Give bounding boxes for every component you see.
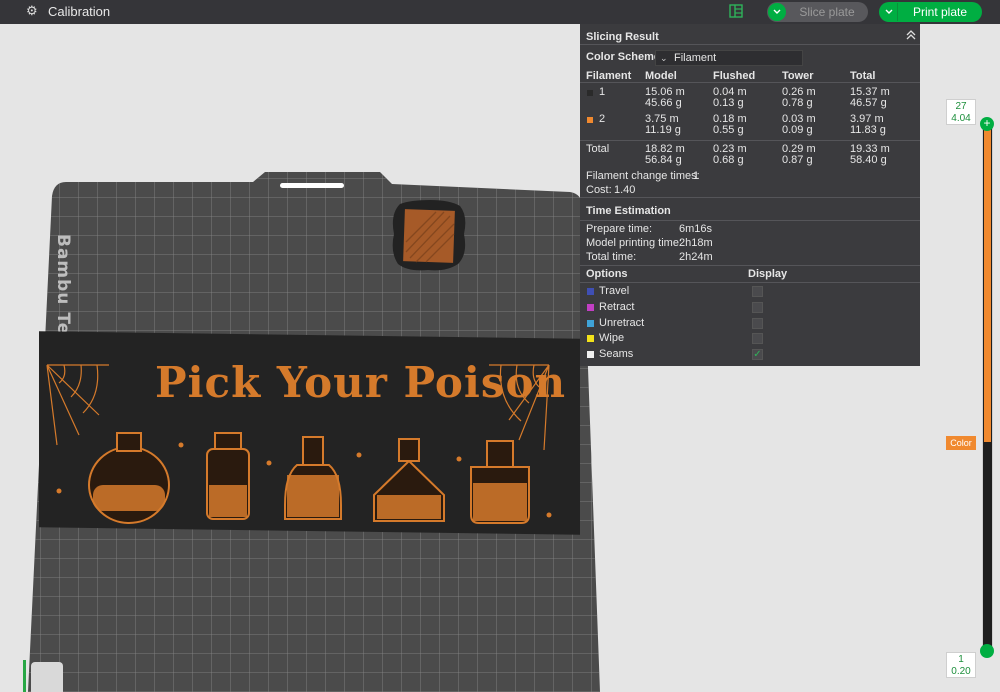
divider <box>580 140 920 141</box>
travel-checkbox[interactable] <box>752 286 763 297</box>
color-scheme-value: Filament <box>674 52 717 64</box>
option-unretract: Unretract <box>599 317 645 329</box>
cost-value: 1.40 <box>614 184 636 196</box>
cell-value: 0.68 g <box>713 154 744 166</box>
time-estimation-title: Time Estimation <box>586 205 671 217</box>
options-header: Options <box>586 268 628 280</box>
slicing-result-panel: Slicing Result Color Scheme ⌄ Filament F… <box>580 24 920 366</box>
y-axis-indicator <box>23 660 26 692</box>
view-cube[interactable] <box>31 662 63 692</box>
unretract-checkbox[interactable] <box>752 318 763 329</box>
cell-value: 45.66 g <box>645 97 682 109</box>
total-row-label: Total <box>586 143 610 155</box>
top-layer-indicator: 27 4.04 <box>946 99 976 125</box>
top-layer-handle[interactable]: + <box>980 117 994 131</box>
bottom-layer-indicator: 1 0.20 <box>946 652 976 678</box>
cell-value: 0.09 g <box>782 124 813 136</box>
slice-plate-label: Slice plate <box>799 5 855 19</box>
header-tower: Tower <box>782 70 814 82</box>
cost-label: Cost: <box>586 184 612 196</box>
calibration-label[interactable]: Calibration <box>48 4 110 19</box>
option-seams: Seams <box>599 348 634 360</box>
color-change-tag[interactable]: Color <box>946 436 976 450</box>
divider <box>580 265 920 266</box>
display-header: Display <box>748 268 788 280</box>
banner-title: Pick Your Poison <box>155 358 567 407</box>
bottom-layer-handle[interactable] <box>980 644 994 658</box>
top-layer-height: 4.04 <box>951 113 971 124</box>
prepare-time-value: 6m16s <box>679 223 713 235</box>
option-retract: Retract <box>599 301 635 313</box>
wipe-swatch <box>587 335 594 342</box>
filament-1-id: 1 <box>599 86 606 98</box>
header-filament: Filament <box>586 70 632 82</box>
travel-swatch <box>587 288 594 295</box>
header-total: Total <box>850 70 876 82</box>
color-scheme-select[interactable]: ⌄ Filament <box>655 50 803 66</box>
cell-value: 0.55 g <box>713 124 744 136</box>
retract-checkbox[interactable] <box>752 302 763 313</box>
cell-value: 0.87 g <box>782 154 813 166</box>
model-time-value: 2h18m <box>679 237 713 249</box>
filament-2-id: 2 <box>599 113 606 125</box>
retract-swatch <box>587 304 594 311</box>
panel-layout-icon[interactable] <box>729 4 743 18</box>
total-time-value: 2h24m <box>679 251 713 263</box>
filament-change-label: Filament change times: <box>586 170 700 182</box>
cell-value: 58.40 g <box>850 154 887 166</box>
cell-value: 11.83 g <box>850 124 886 136</box>
divider <box>580 220 920 221</box>
total-time-label: Total time: <box>586 251 637 263</box>
header-model: Model <box>645 70 677 82</box>
filament-change-value: 1 <box>693 170 700 182</box>
slice-plate-button[interactable]: Slice plate <box>767 2 868 22</box>
cell-value: 11.19 g <box>645 124 681 136</box>
layer-slider-fill <box>984 124 991 442</box>
gear-icon[interactable]: ⚙ <box>26 4 40 18</box>
chevron-down-icon[interactable] <box>880 3 898 21</box>
header-flushed: Flushed <box>713 70 756 82</box>
cell-value: 46.57 g <box>850 97 887 109</box>
collapse-icon[interactable] <box>906 30 916 40</box>
slicing-result-title: Slicing Result <box>586 31 659 43</box>
cell-value: 0.13 g <box>713 97 744 109</box>
cell-value: 56.84 g <box>645 154 682 166</box>
divider <box>580 282 920 283</box>
seams-swatch <box>587 351 594 358</box>
top-layer-number: 27 <box>955 101 967 112</box>
divider <box>580 82 920 83</box>
option-travel: Travel <box>599 285 630 297</box>
bottom-layer-height: 0.20 <box>951 666 971 677</box>
cell-value: 0.78 g <box>782 97 813 109</box>
color-scheme-label: Color Scheme <box>586 51 660 63</box>
print-plate-label: Print plate <box>912 5 968 19</box>
top-bar: ⚙ Calibration Slice plate Print plate <box>0 0 1000 24</box>
chevron-down-icon[interactable] <box>768 3 786 21</box>
print-plate-button[interactable]: Print plate <box>879 2 982 22</box>
bottom-layer-number: 1 <box>958 654 964 665</box>
seams-checkbox[interactable]: ✓ <box>752 349 763 360</box>
prepare-time-label: Prepare time: <box>586 223 653 235</box>
chevron-down-icon: ⌄ <box>660 53 668 63</box>
option-wipe: Wipe <box>599 332 625 344</box>
filament-1-swatch <box>587 90 593 96</box>
filament-2-swatch <box>587 117 593 123</box>
wipe-checkbox[interactable] <box>752 333 763 344</box>
model-time-label: Model printing time: <box>586 237 682 249</box>
divider <box>580 44 920 45</box>
unretract-swatch <box>587 320 594 327</box>
divider <box>580 197 920 198</box>
